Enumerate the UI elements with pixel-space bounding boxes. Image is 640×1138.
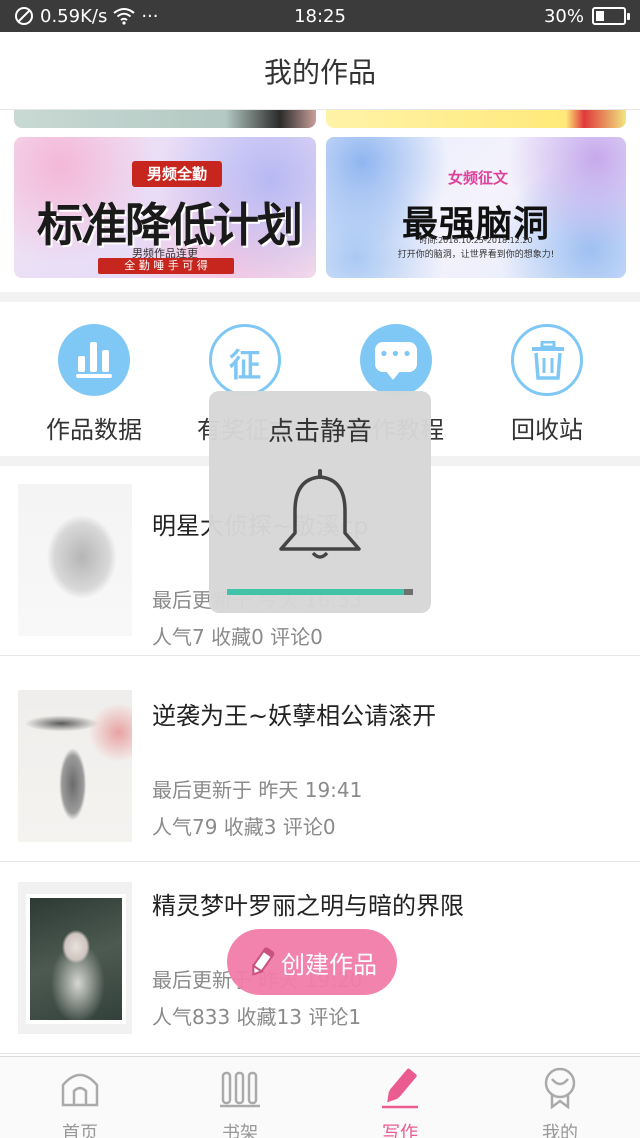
page-title: 我的作品 — [0, 32, 640, 110]
mute-popup[interactable]: 点击静音 — [209, 391, 431, 613]
volume-slider[interactable] — [227, 589, 413, 595]
work-stats: 人气79 收藏3 评论0 — [152, 815, 336, 839]
bar-chart-icon — [58, 324, 130, 396]
nav-bookshelf[interactable]: 书架 — [180, 1065, 300, 1138]
banner-female-contest[interactable]: 女频征文 最强脑洞 时间:2018.10.25-2018.12.20 打开你的脑… — [326, 137, 626, 278]
feature-label: 回收站 — [511, 416, 583, 444]
banner-slogan: 打开你的脑洞，让世界看到你的想象力! — [397, 250, 555, 260]
nav-write[interactable]: 写作 — [340, 1065, 460, 1138]
do-not-disturb-icon — [15, 7, 33, 25]
work-item[interactable]: 逆袭为王~妖孽相公请滚开 最后更新于 昨天 19:41 人气79 收藏3 评论0 — [0, 672, 640, 862]
work-stats: 人气833 收藏13 评论1 — [152, 1005, 362, 1029]
feature-works-data[interactable]: 作品数据 — [24, 324, 164, 445]
banner-date: 时间:2018.10.25-2018.12.20 — [419, 236, 533, 245]
chat-bubble-icon: ••• — [360, 324, 432, 396]
nav-label: 书架 — [222, 1123, 258, 1138]
battery-icon — [592, 7, 630, 25]
network-speed: 0.59K/s — [40, 5, 108, 27]
more-indicator: ··· — [141, 5, 159, 27]
home-icon — [61, 1073, 99, 1107]
bottom-nav: 首页 书架 写作 我的 — [0, 1056, 640, 1138]
battery-percent: 30% — [543, 5, 584, 27]
work-title: 精灵梦叶罗丽之明与暗的界限 — [152, 892, 464, 920]
work-stats: 人气7 收藏0 评论0 — [152, 625, 323, 649]
profile-icon — [544, 1067, 576, 1110]
banner-tag: 女频征文 — [447, 169, 508, 187]
work-updated: 最后更新于 昨天 19:41 — [152, 778, 363, 802]
create-work-label: 创建作品 — [281, 950, 377, 979]
banner-male-fulltime[interactable]: 男频全勤 标准降低计划 男频作品连更 全 勤 唾 手 可 得 — [14, 137, 316, 278]
feature-label: 作品数据 — [46, 416, 142, 444]
nav-home[interactable]: 首页 — [20, 1065, 140, 1138]
nav-label: 我的 — [542, 1123, 578, 1138]
mute-popup-title: 点击静音 — [267, 417, 372, 447]
work-cover — [18, 690, 132, 842]
create-work-button[interactable]: 创建作品 — [227, 929, 397, 995]
work-title: 逆袭为王~妖孽相公请滚开 — [152, 702, 437, 730]
banner-tag: 男频全勤 — [132, 161, 222, 187]
nav-profile[interactable]: 我的 — [500, 1065, 620, 1138]
section-divider — [0, 292, 640, 302]
nav-label: 首页 — [62, 1123, 98, 1138]
feature-recycle-bin[interactable]: 回收站 — [477, 324, 617, 445]
trash-icon — [511, 324, 583, 396]
bookshelf-icon — [220, 1071, 260, 1108]
bell-icon — [279, 469, 361, 559]
pencil-icon — [252, 947, 275, 976]
work-cover — [18, 484, 132, 636]
status-bar: 0.59K/s ··· 18:25 30% — [0, 0, 640, 32]
nav-label: 写作 — [382, 1123, 418, 1138]
zheng-icon: 征 — [209, 324, 281, 396]
work-cover — [18, 882, 132, 1034]
pencil-icon — [382, 1068, 418, 1109]
banner-slogan: 全 勤 唾 手 可 得 — [98, 258, 234, 274]
wifi-icon — [113, 8, 135, 25]
